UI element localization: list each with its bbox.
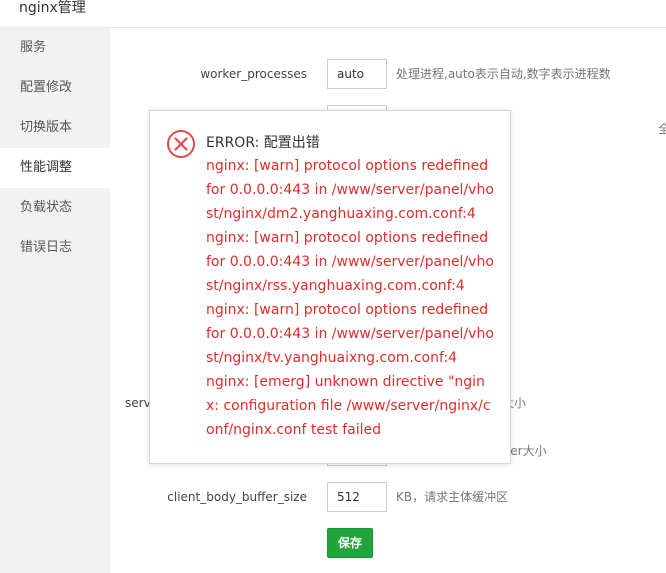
- error-icon: [167, 130, 195, 158]
- field-label: serv: [125, 396, 151, 410]
- error-line: nginx: [warn] protocol options redefined…: [206, 158, 494, 222]
- nginx-manager-window: nginx管理 服务 配置修改 切换版本 性能调整 负载状态 错误日志 work…: [0, 0, 666, 573]
- field-hint: 处理进程,auto表示自动,数字表示进程数: [396, 67, 611, 81]
- sidebar-item-performance[interactable]: 性能调整: [0, 148, 110, 188]
- field-hint: KB，请求主体缓冲区: [396, 490, 509, 504]
- worker-processes-input[interactable]: [327, 59, 387, 89]
- error-title: ERROR: 配置出错: [206, 135, 320, 151]
- sidebar-item-service[interactable]: 服务: [0, 28, 110, 68]
- form-row-worker-processes: worker_processes 处理进程,auto表示自动,数字表示进程数: [110, 59, 666, 89]
- sidebar-item-error-log[interactable]: 错误日志: [0, 228, 110, 268]
- field-label: worker_processes: [200, 67, 307, 81]
- error-line: nginx: [emerg] unknown directive "nginx:…: [206, 374, 491, 438]
- sidebar-item-switch-version[interactable]: 切换版本: [0, 108, 110, 148]
- sidebar-item-config-edit[interactable]: 配置修改: [0, 68, 110, 108]
- error-dialog: ERROR: 配置出错 nginx: [warn] protocol optio…: [149, 110, 511, 464]
- error-line: nginx: [warn] protocol options redefined…: [206, 302, 494, 366]
- field-label: client_body_buffer_size: [167, 490, 307, 504]
- client-body-buffer-size-input[interactable]: [327, 482, 387, 512]
- window-title: nginx管理: [19, 0, 86, 16]
- error-message: nginx: [warn] protocol options redefined…: [206, 154, 496, 442]
- title-bar: nginx管理: [0, 0, 666, 28]
- form-row-client-body-buffer-size: client_body_buffer_size KB，请求主体缓冲区: [110, 482, 666, 512]
- save-button[interactable]: 保存: [327, 528, 373, 558]
- error-line: nginx: [warn] protocol options redefined…: [206, 230, 494, 294]
- edge-hint-glyph: 全: [657, 122, 666, 136]
- sidebar: 服务 配置修改 切换版本 性能调整 负载状态 错误日志: [0, 28, 110, 573]
- sidebar-item-load-status[interactable]: 负载状态: [0, 188, 110, 228]
